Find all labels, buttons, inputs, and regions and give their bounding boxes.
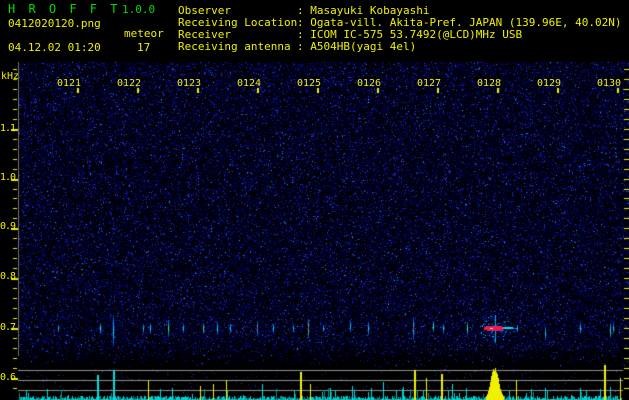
output-filename: 0412020120.png bbox=[8, 17, 101, 30]
observation-mode: meteor bbox=[124, 27, 164, 40]
time-label: 0122 bbox=[116, 78, 142, 89]
echo-count: 17 bbox=[137, 41, 151, 54]
time-label: 0126 bbox=[356, 78, 382, 89]
freq-tick-label: 0.9 bbox=[0, 221, 16, 232]
observation-datetime: 04.12.02 01:20 bbox=[8, 41, 101, 54]
freq-tick-label: 1.0 bbox=[0, 172, 16, 183]
time-label: 0130 bbox=[596, 78, 622, 89]
time-label: 0124 bbox=[236, 78, 262, 89]
station-info: Observer: Masayuki Kobayashi Receiving Lo… bbox=[178, 5, 622, 53]
freq-axis-unit: kHz bbox=[1, 71, 20, 82]
time-label: 0127 bbox=[416, 78, 442, 89]
freq-tick-label: 1.1 bbox=[0, 123, 16, 134]
app-title: H R O F F T bbox=[8, 2, 121, 16]
spectrogram-canvas bbox=[0, 0, 629, 400]
freq-tick-label: 0.8 bbox=[0, 271, 16, 282]
station-info-row: Receiving antenna : A504HB(yagi 4el) bbox=[178, 41, 622, 53]
time-label: 0121 bbox=[56, 78, 82, 89]
info-label: Receiving antenna bbox=[178, 40, 291, 53]
time-label: 0129 bbox=[536, 78, 562, 89]
time-label: 0123 bbox=[176, 78, 202, 89]
info-value: : A504HB(yagi 4el) bbox=[297, 40, 417, 53]
hrofft-screen: H R O F F T 1.0.0 0412020120.png meteor … bbox=[0, 0, 629, 400]
freq-tick-label: 0.6 bbox=[0, 372, 16, 383]
app-version: 1.0.0 bbox=[122, 3, 156, 16]
time-label: 0125 bbox=[296, 78, 322, 89]
freq-tick-label: 0.7 bbox=[0, 322, 16, 333]
time-label: 0128 bbox=[476, 78, 502, 89]
